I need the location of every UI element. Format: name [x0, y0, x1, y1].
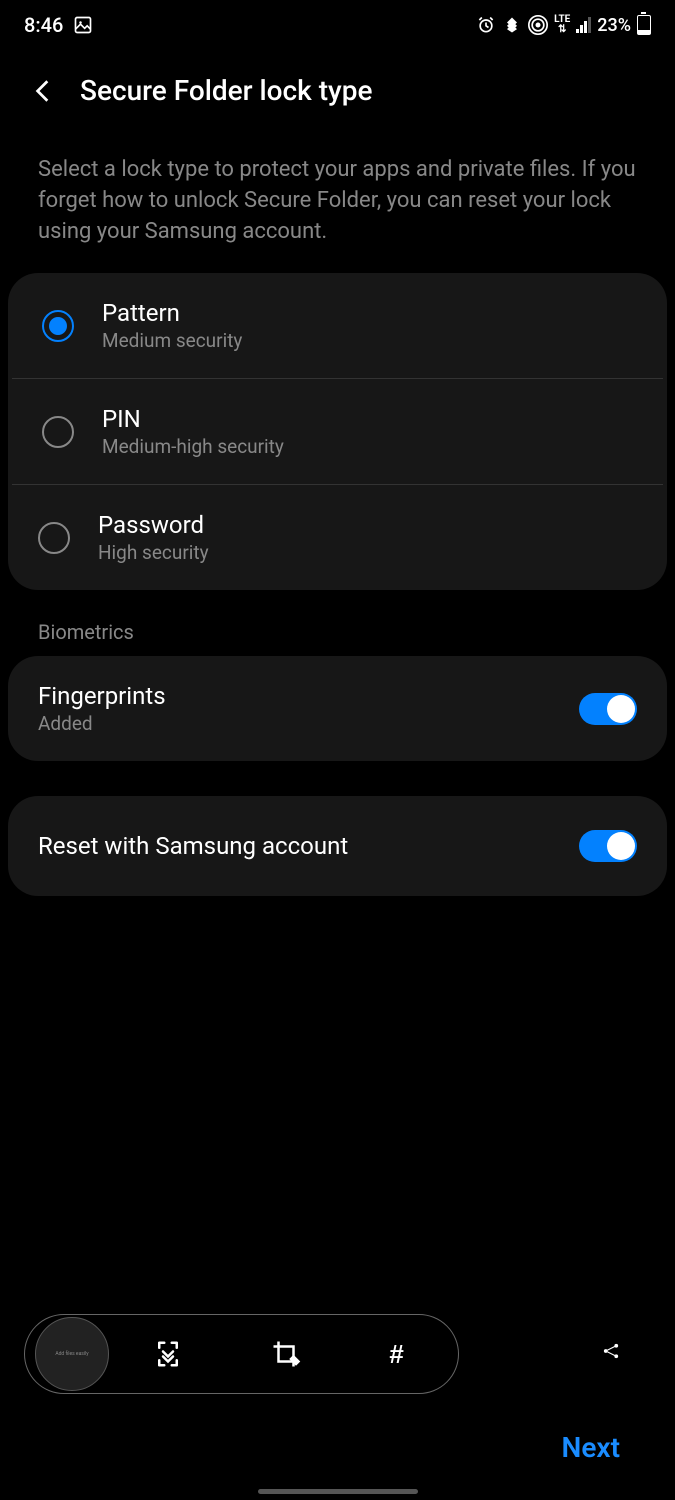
biometrics-card: Fingerprints Added — [8, 656, 667, 761]
fingerprints-title: Fingerprints — [38, 682, 166, 710]
status-time: 8:46 — [24, 13, 63, 37]
lock-option-pin[interactable]: PIN Medium-high security — [12, 379, 663, 485]
biometrics-section-label: Biometrics — [0, 590, 675, 656]
status-bar: 8:46 LTE⇅ 23% — [0, 0, 675, 50]
share-icon[interactable] — [602, 1342, 620, 1360]
radio-unselected-icon — [42, 416, 74, 448]
option-title: PIN — [102, 405, 284, 433]
battery-icon — [637, 15, 651, 35]
screenshot-toolbar: Add files easily # — [24, 1314, 459, 1394]
picture-icon — [73, 15, 93, 35]
vibrate-icon — [502, 15, 522, 35]
radio-selected-icon — [42, 310, 74, 342]
option-title: Password — [98, 511, 209, 539]
hotspot-icon — [528, 15, 548, 35]
reset-card: Reset with Samsung account — [8, 796, 667, 896]
fingerprints-row[interactable]: Fingerprints Added — [8, 656, 667, 761]
battery-percent: 23% — [597, 15, 631, 36]
page-header: Secure Folder lock type — [0, 50, 675, 137]
fingerprints-subtitle: Added — [38, 712, 166, 735]
reset-toggle[interactable] — [579, 830, 637, 862]
fingerprints-toggle[interactable] — [579, 693, 637, 725]
hashtag-icon[interactable]: # — [389, 1339, 403, 1370]
signal-icon — [576, 17, 591, 33]
option-title: Pattern — [102, 299, 242, 327]
option-subtitle: Medium-high security — [102, 435, 284, 458]
reset-title: Reset with Samsung account — [38, 832, 348, 860]
reset-samsung-row[interactable]: Reset with Samsung account — [8, 796, 667, 896]
home-indicator[interactable] — [258, 1489, 418, 1494]
description-text: Select a lock type to protect your apps … — [0, 137, 675, 273]
alarm-icon — [476, 15, 496, 35]
next-button[interactable]: Next — [562, 1431, 620, 1464]
lock-option-pattern[interactable]: Pattern Medium security — [12, 273, 663, 379]
scroll-capture-icon[interactable] — [153, 1339, 183, 1369]
lock-options-card: Pattern Medium security PIN Medium-high … — [8, 273, 667, 590]
page-title: Secure Folder lock type — [80, 74, 373, 107]
option-subtitle: Medium security — [102, 329, 242, 352]
back-icon[interactable] — [30, 78, 56, 104]
lock-option-password[interactable]: Password High security — [8, 485, 667, 590]
crop-edit-icon[interactable] — [271, 1339, 301, 1369]
screenshot-thumbnail[interactable]: Add files easily — [35, 1317, 109, 1391]
option-subtitle: High security — [98, 541, 209, 564]
lte-icon: LTE⇅ — [554, 15, 570, 35]
radio-unselected-icon — [38, 522, 70, 554]
